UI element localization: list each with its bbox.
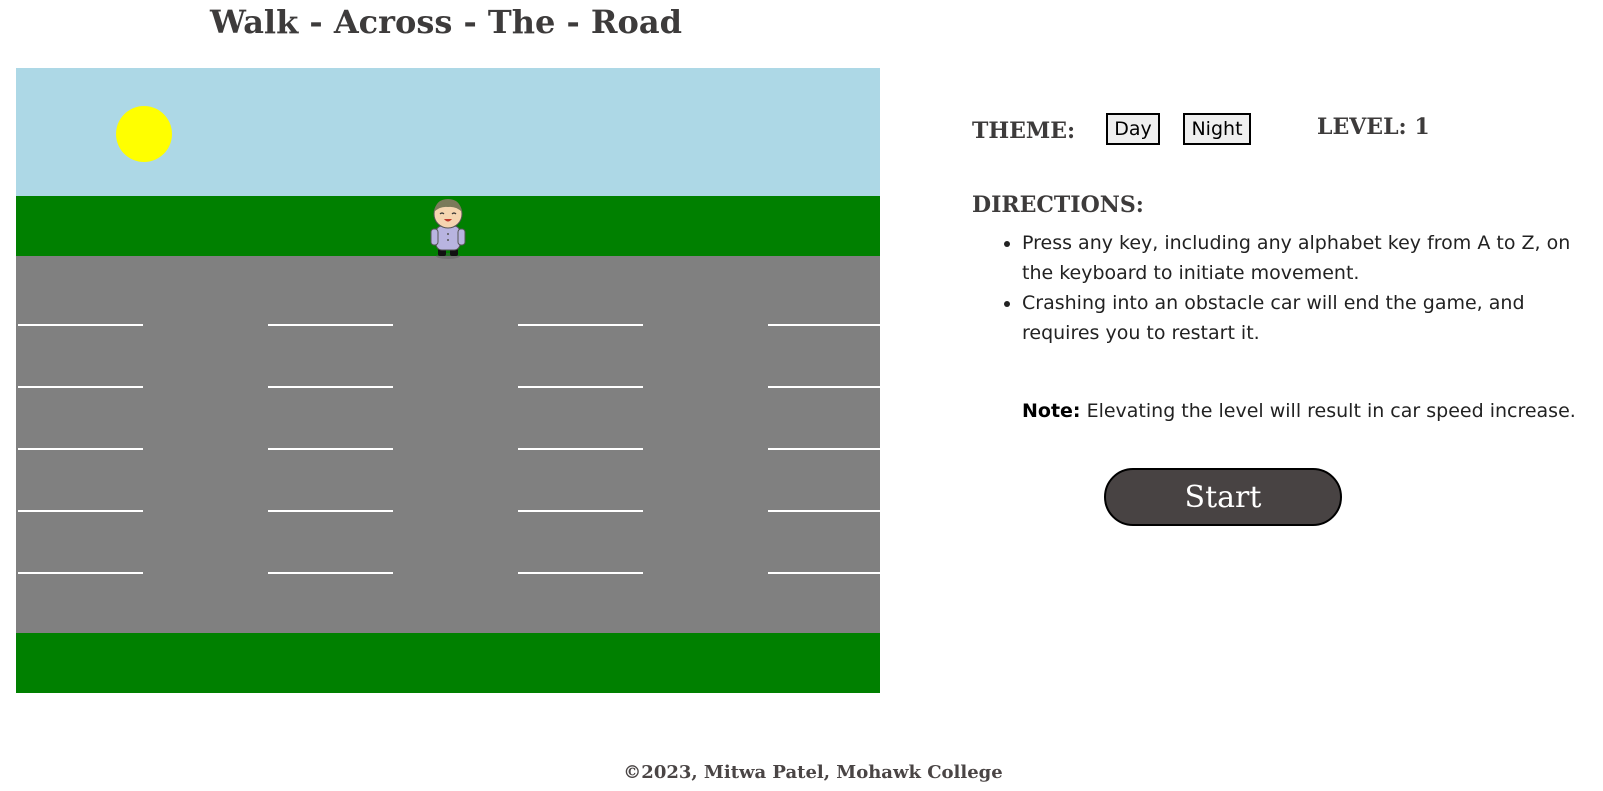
lane-divider (768, 448, 880, 450)
lane-divider (18, 448, 143, 450)
lane-divider (768, 386, 880, 388)
lane-divider (768, 510, 880, 512)
lane-divider (18, 572, 143, 574)
lane-divider (518, 510, 643, 512)
lane-divider (768, 572, 880, 574)
day-button[interactable]: Day (1106, 113, 1160, 145)
start-button[interactable]: Start (1104, 468, 1342, 526)
directions-list: Press any key, including any alphabet ke… (972, 228, 1602, 348)
game-canvas[interactable] (16, 68, 880, 693)
note-text: Elevating the level will result in car s… (1080, 400, 1576, 422)
note: Note: Elevating the level will result in… (1022, 400, 1576, 422)
lane-divider (268, 324, 393, 326)
lane-divider (518, 386, 643, 388)
direction-item: Press any key, including any alphabet ke… (1022, 228, 1602, 288)
directions-heading: DIRECTIONS: (972, 192, 1144, 218)
lane-divider (518, 324, 643, 326)
level-indicator: LEVEL: 1 (1317, 114, 1430, 140)
boy-character-icon (430, 199, 466, 259)
direction-item: Crashing into an obstacle car will end t… (1022, 288, 1602, 348)
lane-divider (268, 572, 393, 574)
sun-icon (116, 106, 172, 162)
road (16, 256, 880, 633)
lane-divider (268, 386, 393, 388)
theme-label: THEME: (972, 118, 1076, 144)
footer-copyright: ©2023, Mitwa Patel, Mohawk College (623, 762, 1003, 783)
note-label: Note: (1022, 400, 1081, 422)
lane-divider (18, 386, 143, 388)
lane-divider (768, 324, 880, 326)
page-title: Walk - Across - The - Road (210, 3, 682, 41)
grass-bottom (16, 633, 880, 693)
lane-divider (18, 324, 143, 326)
lane-divider (18, 510, 143, 512)
night-button[interactable]: Night (1183, 113, 1251, 145)
lane-divider (268, 510, 393, 512)
lane-divider (518, 572, 643, 574)
lane-divider (518, 448, 643, 450)
lane-divider (268, 448, 393, 450)
